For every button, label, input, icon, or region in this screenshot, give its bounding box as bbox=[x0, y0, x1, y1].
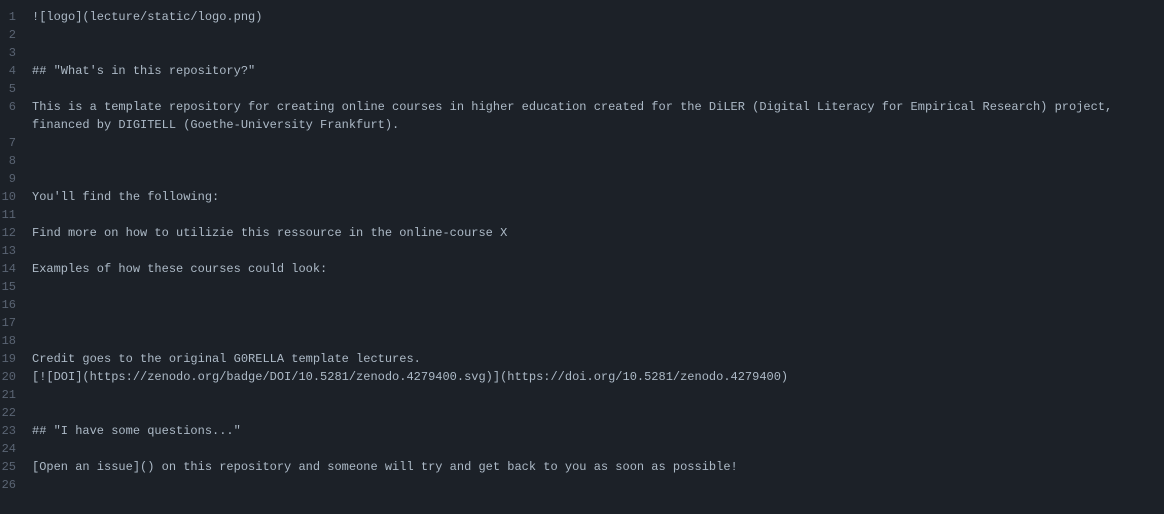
line-content: This is a template repository for creati… bbox=[32, 98, 1164, 134]
line-number: 10 bbox=[0, 188, 32, 206]
code-line[interactable]: 13 bbox=[0, 242, 1164, 260]
line-number: 12 bbox=[0, 224, 32, 242]
code-line[interactable]: 19Credit goes to the original G0RELLA te… bbox=[0, 350, 1164, 368]
line-number: 14 bbox=[0, 260, 32, 278]
code-line[interactable]: 17 bbox=[0, 314, 1164, 332]
line-content bbox=[32, 332, 1164, 350]
line-number: 7 bbox=[0, 134, 32, 152]
line-content bbox=[32, 134, 1164, 152]
code-line[interactable]: 5 bbox=[0, 80, 1164, 98]
line-content bbox=[32, 404, 1164, 422]
line-content bbox=[32, 242, 1164, 260]
line-content bbox=[32, 206, 1164, 224]
line-number: 23 bbox=[0, 422, 32, 440]
code-line[interactable]: 6This is a template repository for creat… bbox=[0, 98, 1164, 134]
code-line[interactable]: 2 bbox=[0, 26, 1164, 44]
line-number: 26 bbox=[0, 476, 32, 494]
line-number: 5 bbox=[0, 80, 32, 98]
line-content bbox=[32, 44, 1164, 62]
code-line[interactable]: 4## "What's in this repository?" bbox=[0, 62, 1164, 80]
line-content: [Open an issue]() on this repository and… bbox=[32, 458, 1164, 476]
line-content bbox=[32, 152, 1164, 170]
line-number: 19 bbox=[0, 350, 32, 368]
code-line[interactable]: 15 bbox=[0, 278, 1164, 296]
line-number: 16 bbox=[0, 296, 32, 314]
line-content: ![logo](lecture/static/logo.png) bbox=[32, 8, 1164, 26]
line-content bbox=[32, 476, 1164, 494]
line-content: Examples of how these courses could look… bbox=[32, 260, 1164, 278]
code-line[interactable]: 25[Open an issue]() on this repository a… bbox=[0, 458, 1164, 476]
code-line[interactable]: 24 bbox=[0, 440, 1164, 458]
code-line[interactable]: 8 bbox=[0, 152, 1164, 170]
line-number: 24 bbox=[0, 440, 32, 458]
line-number: 2 bbox=[0, 26, 32, 44]
code-line[interactable]: 7 bbox=[0, 134, 1164, 152]
line-content: Credit goes to the original G0RELLA temp… bbox=[32, 350, 1164, 368]
line-content bbox=[32, 440, 1164, 458]
line-content bbox=[32, 278, 1164, 296]
line-number: 8 bbox=[0, 152, 32, 170]
line-content bbox=[32, 26, 1164, 44]
line-number: 4 bbox=[0, 62, 32, 80]
line-content: Find more on how to utilizie this ressou… bbox=[32, 224, 1164, 242]
code-line[interactable]: 21 bbox=[0, 386, 1164, 404]
code-line[interactable]: 3 bbox=[0, 44, 1164, 62]
code-editor[interactable]: 1![logo](lecture/static/logo.png) 2 3 4#… bbox=[0, 8, 1164, 494]
line-content bbox=[32, 80, 1164, 98]
line-number: 15 bbox=[0, 278, 32, 296]
code-line[interactable]: 26 bbox=[0, 476, 1164, 494]
line-number: 11 bbox=[0, 206, 32, 224]
line-number: 17 bbox=[0, 314, 32, 332]
line-content bbox=[32, 296, 1164, 314]
code-line[interactable]: 20[![DOI](https://zenodo.org/badge/DOI/1… bbox=[0, 368, 1164, 386]
code-line[interactable]: 23## "I have some questions..." bbox=[0, 422, 1164, 440]
code-line[interactable]: 14Examples of how these courses could lo… bbox=[0, 260, 1164, 278]
line-content bbox=[32, 314, 1164, 332]
line-number: 22 bbox=[0, 404, 32, 422]
line-number: 25 bbox=[0, 458, 32, 476]
line-content bbox=[32, 170, 1164, 188]
line-number: 21 bbox=[0, 386, 32, 404]
code-line[interactable]: 11 bbox=[0, 206, 1164, 224]
line-number: 1 bbox=[0, 8, 32, 26]
code-line[interactable]: 18 bbox=[0, 332, 1164, 350]
code-line[interactable]: 16 bbox=[0, 296, 1164, 314]
line-content: [![DOI](https://zenodo.org/badge/DOI/10.… bbox=[32, 368, 1164, 386]
line-number: 9 bbox=[0, 170, 32, 188]
line-content: ## "I have some questions..." bbox=[32, 422, 1164, 440]
code-line[interactable]: 12Find more on how to utilizie this ress… bbox=[0, 224, 1164, 242]
line-number: 6 bbox=[0, 98, 32, 134]
line-content: You'll find the following: bbox=[32, 188, 1164, 206]
line-number: 3 bbox=[0, 44, 32, 62]
line-number: 18 bbox=[0, 332, 32, 350]
code-line[interactable]: 1![logo](lecture/static/logo.png) bbox=[0, 8, 1164, 26]
code-line[interactable]: 10You'll find the following: bbox=[0, 188, 1164, 206]
line-number: 13 bbox=[0, 242, 32, 260]
code-line[interactable]: 9 bbox=[0, 170, 1164, 188]
line-content: ## "What's in this repository?" bbox=[32, 62, 1164, 80]
code-line[interactable]: 22 bbox=[0, 404, 1164, 422]
line-number: 20 bbox=[0, 368, 32, 386]
line-content bbox=[32, 386, 1164, 404]
